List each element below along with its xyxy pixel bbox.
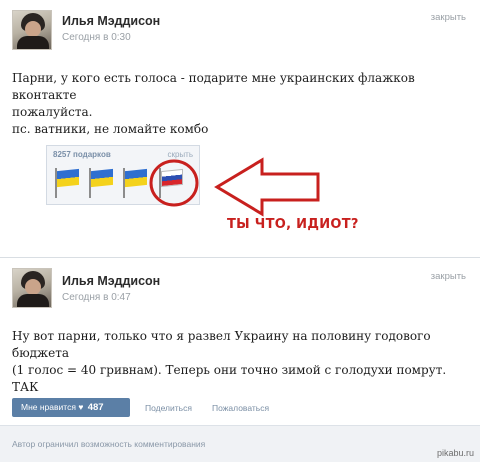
- post-text-line: Ну вот парни, только что я развел Украин…: [12, 329, 431, 360]
- close-link[interactable]: закрыть: [431, 271, 466, 282]
- complain-link[interactable]: Пожаловаться: [212, 403, 269, 413]
- like-label: Мне нравится: [21, 402, 76, 412]
- post-footer: Автор ограничил возможность комментирова…: [0, 425, 480, 462]
- heart-icon: ♥: [78, 402, 84, 412]
- like-button[interactable]: Мне нравится ♥ 487: [12, 398, 130, 417]
- highlight-circle: [149, 159, 199, 207]
- post-date[interactable]: Сегодня в 0:47: [62, 292, 131, 303]
- share-link[interactable]: Поделиться: [145, 403, 192, 413]
- author-avatar[interactable]: [12, 268, 52, 308]
- like-count: 487: [87, 402, 104, 413]
- author-name[interactable]: Илья Мэддисон: [62, 274, 160, 288]
- annotation-text: ТЫ ЧТО, ИДИОТ?: [227, 217, 359, 232]
- post-2: Илья Мэддисон Сегодня в 0:47 закрыть Ну …: [0, 262, 480, 462]
- watermark: pikabu.ru: [436, 448, 474, 458]
- post-1: Илья Мэддисон Сегодня в 0:30 закрыть Пар…: [0, 0, 480, 258]
- post-text-line: (1 голос = 40 гривнам). Теперь они точно…: [12, 363, 447, 394]
- comments-restricted-notice: Автор ограничил возможность комментирова…: [12, 439, 206, 449]
- arrow-left-icon: [214, 157, 320, 217]
